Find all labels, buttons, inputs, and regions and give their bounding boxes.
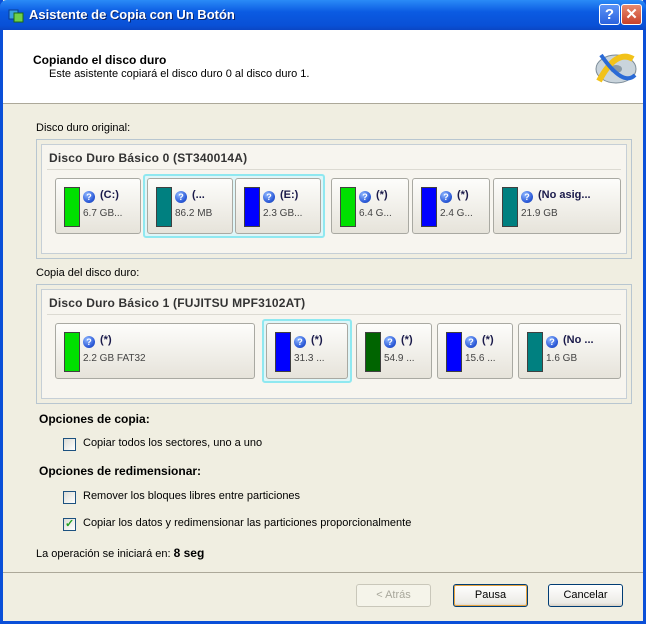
question-icon: ? xyxy=(83,336,95,348)
status-text: La operación se iniciará en: xyxy=(36,548,171,560)
partition-name: (*) xyxy=(457,189,469,201)
source-partition-unallocated[interactable]: ? (No asig... 21.9 GB xyxy=(493,178,621,234)
partition-size: 15.6 ... xyxy=(465,353,496,364)
partition-name: (E:) xyxy=(280,189,299,201)
partition-color-bar xyxy=(421,187,437,227)
question-icon: ? xyxy=(175,191,187,203)
source-partition-4[interactable]: ? (*) 6.4 G... xyxy=(331,178,409,234)
partition-name: (No ... xyxy=(563,334,594,346)
source-disk-label: Disco duro original: xyxy=(36,122,131,134)
partition-name: (*) xyxy=(376,189,388,201)
target-disk-panel: Disco Duro Básico 1 (FUJITSU MPF3102AT) … xyxy=(41,289,627,399)
remove-free-blocks-label[interactable]: Remover los bloques libres entre partici… xyxy=(83,490,300,502)
sector-by-sector-checkbox[interactable] xyxy=(63,438,76,451)
question-icon: ? xyxy=(546,336,558,348)
partition-color-bar xyxy=(64,187,80,227)
target-partition-unallocated[interactable]: ? (No ... 1.6 GB xyxy=(518,323,621,379)
disk-copy-logo-icon xyxy=(593,45,639,91)
partition-name: (*) xyxy=(311,334,323,346)
partition-size: 6.4 G... xyxy=(359,208,392,219)
cancel-button[interactable]: Cancelar xyxy=(548,584,623,607)
target-disk-group: Disco Duro Básico 1 (FUJITSU MPF3102AT) … xyxy=(36,284,632,404)
partition-name: (*) xyxy=(100,334,112,346)
partition-size: 21.9 GB xyxy=(521,208,558,219)
countdown-value: 8 seg xyxy=(173,546,205,560)
target-partition-4[interactable]: ? (*) 15.6 ... xyxy=(437,323,513,379)
source-partition-e[interactable]: ? (E:) 2.3 GB... xyxy=(235,178,321,234)
partition-size: 1.6 GB xyxy=(546,353,578,364)
app-icon xyxy=(8,9,24,23)
wizard-window: Asistente de Copia con Un Botón ? ✕ Copi… xyxy=(0,0,646,624)
proportional-resize-checkbox[interactable]: ✓ xyxy=(63,518,76,531)
source-partition-5[interactable]: ? (*) 2.4 G... xyxy=(412,178,490,234)
target-partition-1[interactable]: ? (*) 2.2 GB FAT32 xyxy=(55,323,255,379)
partition-size: 86.2 MB xyxy=(175,208,213,219)
source-partition-2[interactable]: ? (... 86.2 MB xyxy=(147,178,233,234)
target-disk-separator xyxy=(47,314,621,315)
partition-name: (No asig... xyxy=(538,189,591,201)
partition-color-bar xyxy=(365,332,381,372)
target-partition-2[interactable]: ? (*) 31.3 ... xyxy=(266,323,348,379)
source-partition-c[interactable]: ? (C:) 6.7 GB... xyxy=(55,178,141,234)
partition-color-bar xyxy=(446,332,462,372)
resize-options-title: Opciones de redimensionar: xyxy=(39,464,202,478)
source-disk-title: Disco Duro Básico 0 (ST340014A) xyxy=(49,151,248,165)
remove-free-blocks-checkbox[interactable] xyxy=(63,491,76,504)
wizard-header: Copiando el disco duro Este asistente co… xyxy=(3,30,643,104)
footer-separator xyxy=(3,572,643,573)
partition-color-bar xyxy=(156,187,172,227)
header-title: Copiando el disco duro xyxy=(33,53,167,67)
partition-color-bar xyxy=(275,332,291,372)
question-icon: ? xyxy=(294,336,306,348)
partition-name: (*) xyxy=(482,334,494,346)
proportional-resize-label[interactable]: Copiar los datos y redimensionar las par… xyxy=(83,517,411,529)
partition-color-bar xyxy=(244,187,260,227)
partition-name: (... xyxy=(192,189,205,201)
status-line: La operación se iniciará en: 8 seg xyxy=(36,546,204,560)
sector-by-sector-label[interactable]: Copiar todos los sectores, uno a uno xyxy=(83,437,262,449)
window-title: Asistente de Copia con Un Botón xyxy=(29,7,235,22)
partition-size: 2.4 G... xyxy=(440,208,473,219)
question-icon: ? xyxy=(83,191,95,203)
question-icon: ? xyxy=(440,191,452,203)
target-disk-title: Disco Duro Básico 1 (FUJITSU MPF3102AT) xyxy=(49,296,306,310)
close-button[interactable]: ✕ xyxy=(621,4,642,25)
partition-name: (C:) xyxy=(100,189,119,201)
partition-color-bar xyxy=(340,187,356,227)
target-partition-3[interactable]: ? (*) 54.9 ... xyxy=(356,323,432,379)
question-icon: ? xyxy=(359,191,371,203)
partition-size: 2.2 GB FAT32 xyxy=(83,353,146,364)
question-icon: ? xyxy=(521,191,533,203)
partition-color-bar xyxy=(64,332,80,372)
partition-size: 2.3 GB... xyxy=(263,208,303,219)
help-button[interactable]: ? xyxy=(599,4,620,25)
checkmark-icon: ✓ xyxy=(65,518,75,530)
question-icon: ? xyxy=(384,336,396,348)
header-subtitle: Este asistente copiará el disco duro 0 a… xyxy=(49,68,310,80)
back-button[interactable]: < Atrás xyxy=(356,584,431,607)
partition-name: (*) xyxy=(401,334,413,346)
source-disk-panel: Disco Duro Básico 0 (ST340014A) ? (C:) 6… xyxy=(41,144,627,254)
partition-size: 54.9 ... xyxy=(384,353,415,364)
partition-color-bar xyxy=(527,332,543,372)
pause-button[interactable]: Pausa xyxy=(453,584,528,607)
question-icon: ? xyxy=(263,191,275,203)
source-disk-group: Disco Duro Básico 0 (ST340014A) ? (C:) 6… xyxy=(36,139,632,259)
title-bar[interactable]: Asistente de Copia con Un Botón ? ✕ xyxy=(0,0,646,30)
target-disk-label: Copia del disco duro: xyxy=(36,267,140,279)
source-disk-separator xyxy=(47,169,621,170)
copy-options-title: Opciones de copia: xyxy=(39,412,150,426)
question-icon: ? xyxy=(465,336,477,348)
partition-size: 6.7 GB... xyxy=(83,208,123,219)
partition-size: 31.3 ... xyxy=(294,353,325,364)
partition-color-bar xyxy=(502,187,518,227)
